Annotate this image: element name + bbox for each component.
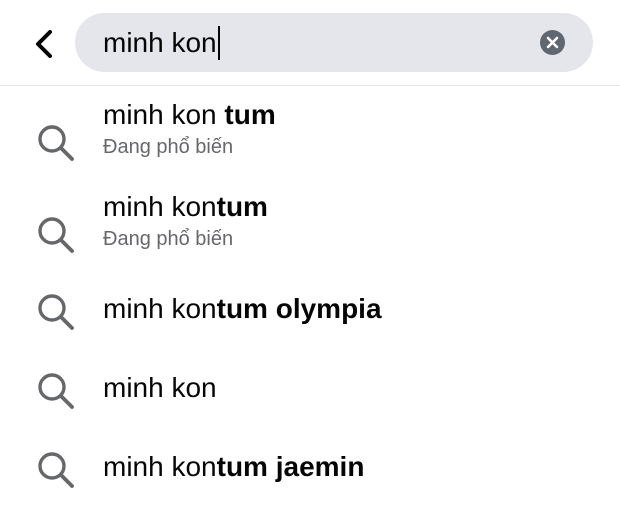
suggestion-title: minh kon (103, 371, 217, 405)
suggestion-title: minh kontum olympia (103, 292, 382, 326)
suggestion-completion: tum (216, 191, 268, 222)
suggestion-title: minh kon tum (103, 98, 276, 132)
text-caret (217, 25, 220, 60)
suggestion-typed: minh kon (103, 372, 217, 403)
suggestion-completion: tum olympia (216, 293, 382, 324)
suggestion-item[interactable]: minh kontum olympia (0, 286, 620, 336)
search-header: minh kon (0, 0, 620, 86)
suggestion-text: minh kon tum Đang phổ biến (103, 98, 276, 160)
suggestion-subtitle: Đang phổ biến (103, 136, 234, 158)
suggestion-typed: minh kon (103, 293, 217, 324)
suggestion-item[interactable]: minh kontum jaemin (0, 444, 620, 494)
suggestion-typed: minh kon (103, 99, 225, 130)
search-icon (38, 373, 74, 409)
suggestion-title: minh kontum (103, 190, 268, 224)
search-input[interactable]: minh kon (103, 13, 220, 72)
suggestion-text: minh kontum jaemin (103, 450, 364, 484)
suggestion-typed: minh kon (103, 451, 217, 482)
suggestion-completion: tum jaemin (216, 451, 365, 482)
search-query: minh kon (103, 27, 217, 58)
suggestion-completion: tum (224, 99, 276, 130)
suggestion-text: minh kontum Đang phổ biến (103, 190, 268, 252)
search-icon (38, 125, 74, 161)
suggestion-title: minh kontum jaemin (103, 450, 364, 484)
search-icon (38, 452, 74, 488)
back-button[interactable] (24, 24, 64, 64)
chevron-left-icon (36, 30, 52, 58)
search-field[interactable]: minh kon (75, 13, 593, 72)
suggestion-item[interactable]: minh kon tum Đang phổ biến (0, 98, 620, 178)
suggestion-subtitle: Đang phổ biến (103, 228, 234, 250)
suggestion-text: minh kontum olympia (103, 292, 382, 326)
clear-search-button[interactable] (540, 30, 565, 55)
suggestion-text: minh kon (103, 371, 217, 405)
suggestion-typed: minh kon (103, 191, 217, 222)
suggestion-item[interactable]: minh kontum Đang phổ biến (0, 190, 620, 270)
suggestion-item[interactable]: minh kon (0, 365, 620, 415)
search-icon (38, 294, 74, 330)
search-icon (38, 217, 74, 253)
close-icon (546, 36, 559, 49)
